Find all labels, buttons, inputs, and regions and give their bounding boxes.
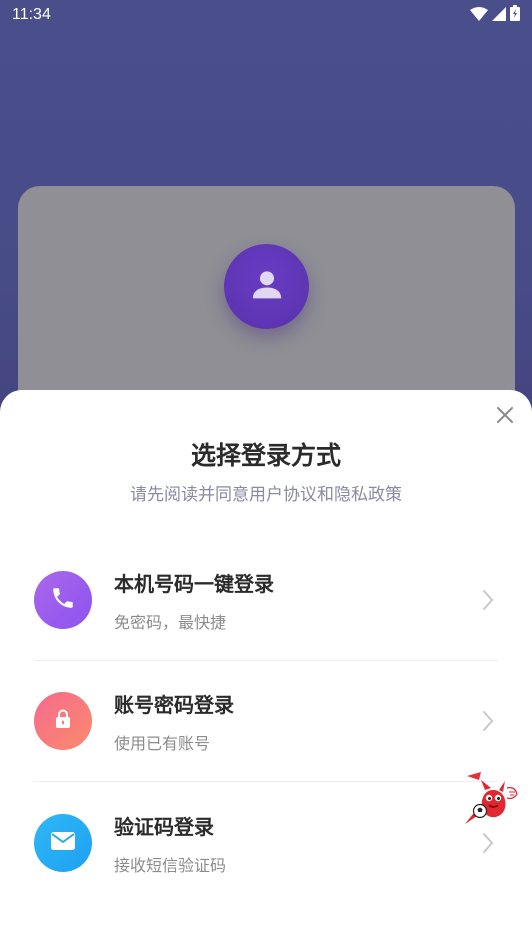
chevron-right-icon xyxy=(478,589,498,611)
option-text: 账号密码登录 使用已有账号 xyxy=(114,689,478,754)
option-sms-code-login[interactable]: 验证码登录 接收短信验证码 xyxy=(34,783,498,903)
option-icon-bg xyxy=(34,814,92,872)
option-title: 账号密码登录 xyxy=(114,692,234,717)
close-button[interactable] xyxy=(492,404,518,430)
sheet-title: 选择登录方式 xyxy=(190,441,341,470)
option-description: 免密码，最快捷 xyxy=(114,612,227,632)
login-method-sheet: 选择登录方式 请先阅读并同意用户协议和隐私政策 本机号码一键登录 免密码，最快捷 xyxy=(0,390,532,946)
user-icon xyxy=(247,265,287,309)
phone-icon xyxy=(50,585,76,615)
option-one-click-login[interactable]: 本机号码一键登录 免密码，最快捷 xyxy=(34,540,498,660)
option-text: 本机号码一键登录 免密码，最快捷 xyxy=(114,568,478,633)
status-icons xyxy=(470,5,520,25)
option-title: 本机号码一键登录 xyxy=(114,571,274,596)
status-bar: 11:34 xyxy=(0,0,532,30)
option-description: 接收短信验证码 xyxy=(114,855,227,875)
option-icon-bg xyxy=(34,571,92,629)
mail-icon xyxy=(50,830,76,856)
signal-icon xyxy=(492,6,506,25)
mascot-icon xyxy=(463,772,521,834)
option-text: 验证码登录 接收短信验证码 xyxy=(114,811,478,876)
divider xyxy=(34,781,498,782)
chevron-right-icon xyxy=(478,832,498,854)
sheet-subtitle[interactable]: 请先阅读并同意用户协议和隐私政策 xyxy=(0,480,532,505)
option-description: 使用已有账号 xyxy=(114,733,211,753)
option-password-login[interactable]: 账号密码登录 使用已有账号 xyxy=(34,661,498,781)
floating-mascot-widget[interactable] xyxy=(463,768,521,830)
status-time: 11:34 xyxy=(12,6,51,23)
chevron-right-icon xyxy=(478,710,498,732)
battery-icon xyxy=(510,5,520,25)
avatar xyxy=(224,244,309,329)
wifi-icon xyxy=(470,6,488,25)
option-title: 验证码登录 xyxy=(114,814,214,839)
lock-icon xyxy=(51,707,75,735)
close-icon xyxy=(496,406,514,428)
option-icon-bg xyxy=(34,692,92,750)
